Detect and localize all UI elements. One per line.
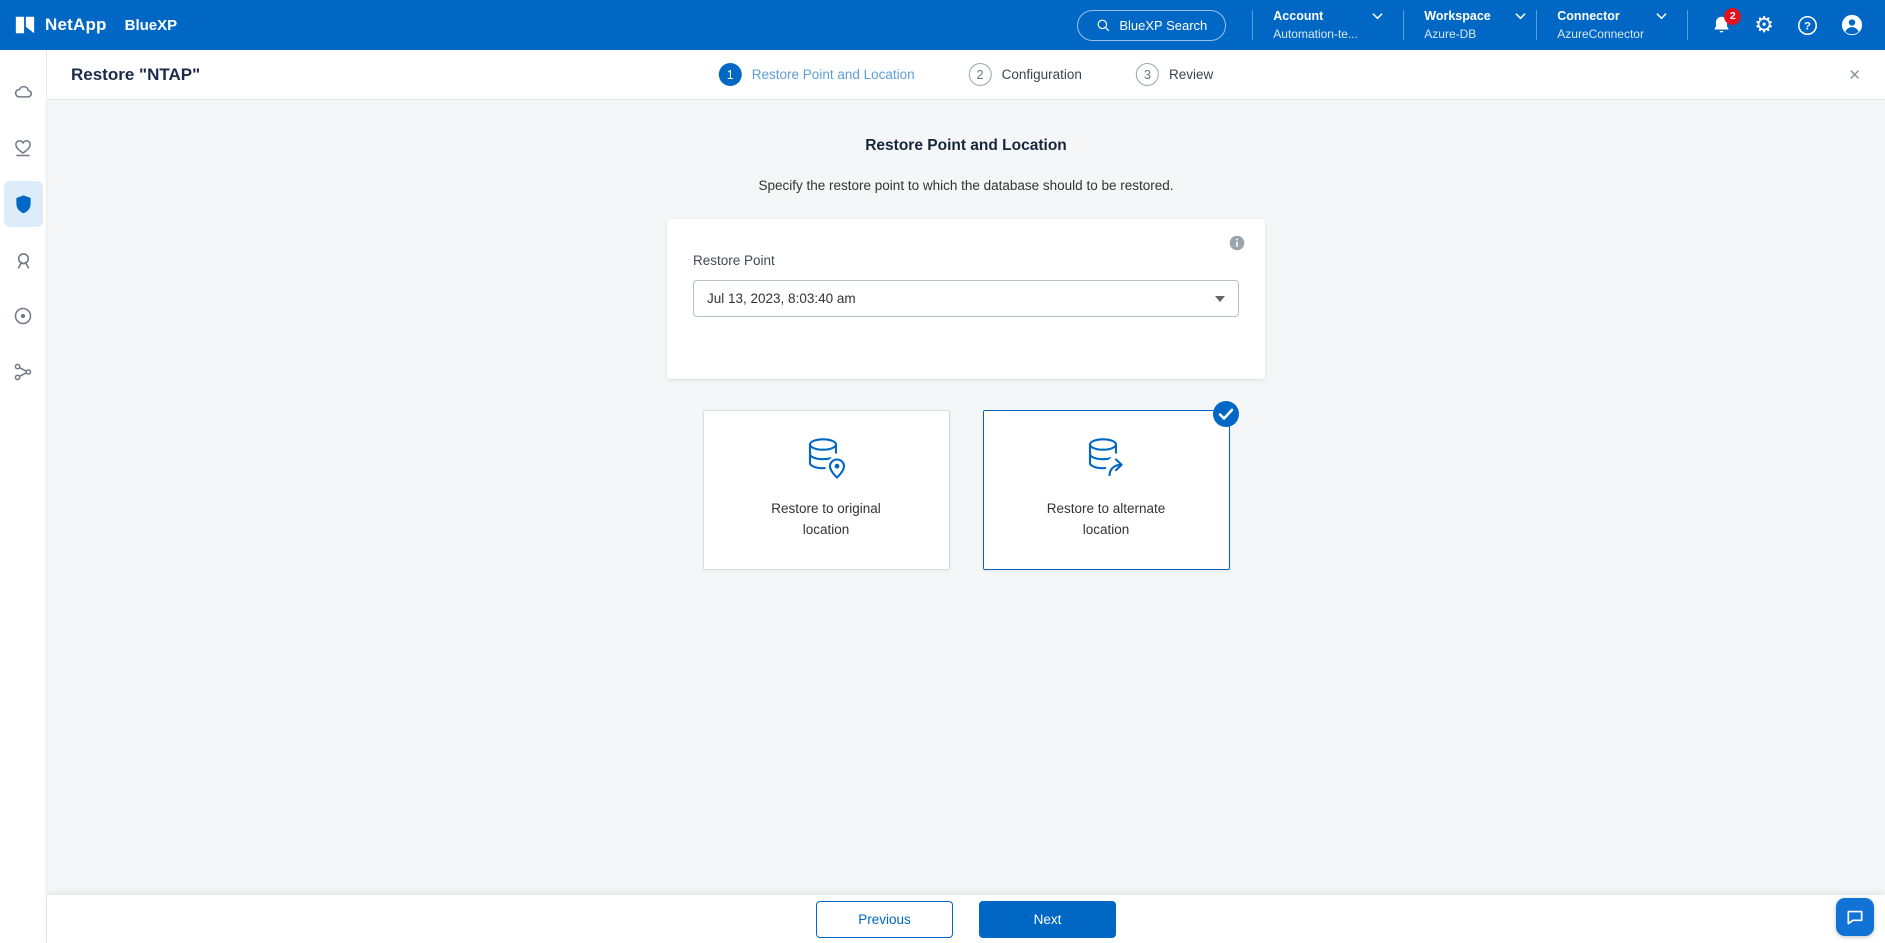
product-name: BlueXP [125, 17, 178, 34]
settings-button[interactable]: ⚙ [1754, 14, 1774, 36]
gear-icon: ⚙ [1754, 14, 1774, 36]
canvas-cloud-icon [13, 82, 34, 103]
page-subtitle: Specify the restore point to which the d… [47, 178, 1885, 193]
account-value: Automation-te... [1273, 27, 1383, 41]
workspace-value: Azure-DB [1424, 27, 1516, 41]
sidebar-item-network[interactable] [4, 349, 43, 395]
account-label: Account [1273, 9, 1323, 23]
search-label: BlueXP Search [1119, 18, 1207, 33]
user-avatar-icon [1841, 14, 1863, 36]
sidebar-item-canvas[interactable] [4, 69, 43, 115]
select-caret-icon [1215, 296, 1225, 302]
sidebar-item-health[interactable] [4, 125, 43, 171]
workspace-menu[interactable]: Workspace Azure-DB [1404, 9, 1536, 41]
connector-menu[interactable]: Connector AzureConnector [1537, 9, 1687, 41]
brand-name: NetApp [45, 15, 107, 35]
sidebar-item-disc[interactable] [4, 293, 43, 339]
svg-text:?: ? [1804, 20, 1811, 32]
top-header: NetApp BlueXP BlueXP Search Account Auto… [0, 0, 1885, 50]
step-label: Review [1169, 67, 1213, 82]
netapp-logo[interactable]: NetApp [14, 14, 107, 36]
help-button[interactable]: ? [1797, 15, 1818, 36]
chat-widget-button[interactable] [1836, 898, 1874, 936]
restore-point-label: Restore Point [693, 253, 1239, 268]
database-arrow-icon [1082, 435, 1130, 483]
bluexp-search-button[interactable]: BlueXP Search [1077, 10, 1226, 41]
left-sidebar [0, 50, 47, 943]
chevron-down-icon [1515, 12, 1526, 20]
user-account-button[interactable] [1841, 14, 1863, 36]
next-button[interactable]: Next [979, 901, 1116, 938]
option-label: Restore to alternate location [1031, 499, 1181, 541]
search-icon [1096, 18, 1111, 33]
wizard-header: Restore "NTAP" 1 Restore Point and Locat… [47, 50, 1885, 100]
step-configuration[interactable]: 2 Configuration [969, 63, 1082, 86]
netapp-logo-icon [14, 14, 36, 36]
info-icon[interactable] [1229, 235, 1245, 256]
step-number: 2 [969, 63, 992, 86]
option-label: Restore to original location [751, 499, 901, 541]
step-label: Restore Point and Location [752, 67, 915, 82]
topbar-right: BlueXP Search Account Automation-te... W… [1077, 0, 1885, 50]
workspace-label: Workspace [1424, 9, 1490, 23]
chevron-down-icon [1372, 12, 1383, 20]
page-title: Restore Point and Location [47, 137, 1885, 155]
location-options: Restore to original location [47, 410, 1885, 570]
step-restore-point-and-location[interactable]: 1 Restore Point and Location [719, 63, 915, 86]
step-number: 1 [719, 63, 742, 86]
restore-original-location-card[interactable]: Restore to original location [703, 410, 950, 570]
network-icon [13, 362, 33, 382]
chevron-down-icon [1656, 12, 1667, 20]
step-number: 3 [1136, 63, 1159, 86]
selected-check-icon [1213, 401, 1239, 427]
account-menu[interactable]: Account Automation-te... [1253, 9, 1403, 41]
sidebar-item-protection[interactable] [4, 181, 43, 227]
header-icon-cluster: 2 ⚙ ? [1688, 14, 1885, 36]
restore-point-select[interactable]: Jul 13, 2023, 8:03:40 am [693, 280, 1239, 317]
database-pin-icon [802, 435, 850, 483]
notifications-button[interactable]: 2 [1712, 15, 1731, 36]
restore-point-card: Restore Point Jul 13, 2023, 8:03:40 am [667, 219, 1265, 379]
close-icon[interactable]: ✕ [1840, 60, 1869, 90]
restore-point-value: Jul 13, 2023, 8:03:40 am [707, 291, 856, 306]
observability-icon [13, 250, 34, 271]
connector-label: Connector [1557, 9, 1620, 23]
protection-shield-icon [14, 194, 33, 215]
connector-value: AzureConnector [1557, 27, 1667, 41]
notification-badge: 2 [1724, 8, 1741, 25]
content-area: Restore Point and Location Specify the r… [47, 100, 1885, 895]
main-column: Restore "NTAP" 1 Restore Point and Locat… [47, 50, 1885, 943]
page: NetApp BlueXP BlueXP Search Account Auto… [0, 0, 1885, 943]
previous-button[interactable]: Previous [816, 901, 953, 938]
sidebar-item-observability[interactable] [4, 237, 43, 283]
wizard-footer: Previous Next [47, 895, 1885, 943]
wizard-title: Restore "NTAP" [71, 65, 200, 85]
chat-bubble-icon [1845, 907, 1865, 927]
step-review[interactable]: 3 Review [1136, 63, 1213, 86]
wizard-steps: 1 Restore Point and Location 2 Configura… [719, 50, 1213, 99]
body-row: Restore "NTAP" 1 Restore Point and Locat… [0, 50, 1885, 943]
restore-alternate-location-card[interactable]: Restore to alternate location [983, 410, 1230, 570]
help-icon: ? [1797, 15, 1818, 36]
health-icon [13, 138, 33, 158]
disc-icon [13, 306, 33, 326]
step-label: Configuration [1002, 67, 1082, 82]
